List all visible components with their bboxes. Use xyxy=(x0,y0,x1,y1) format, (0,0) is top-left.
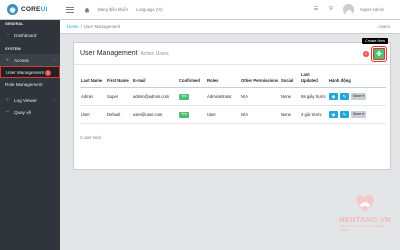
sidebar-item-dashboard[interactable]: ◔ Dashboard xyxy=(0,29,60,41)
chevron-down-icon: ‹ xyxy=(53,57,55,63)
more-label: More xyxy=(353,112,362,116)
more-label: More xyxy=(353,94,362,98)
user-count: 2 user total xyxy=(80,135,101,140)
watermark-subtext: NEN TANG CHO NHUNG THANH CONG xyxy=(340,224,386,232)
pencil-icon: ✎ xyxy=(342,94,347,99)
table-header-row: Last Name First Name E-mail Confirmed Ro… xyxy=(80,71,386,88)
edit-button[interactable]: ✎ xyxy=(340,93,349,100)
sidebar: GENERAL ◔ Dashboard SYSTEM ● Access ‹ Us… xyxy=(0,20,60,250)
column-header[interactable]: E-mail xyxy=(132,71,178,88)
cell-permissions: N/A xyxy=(240,87,280,106)
cell-last-updated: 59 giây trước xyxy=(300,87,328,106)
chevron-down-icon: ‹ xyxy=(53,97,55,103)
breadcrumb-home[interactable]: Home xyxy=(67,24,79,29)
user-management-card: User Management Active Users Create New … xyxy=(73,38,391,170)
home-icon[interactable] xyxy=(84,7,90,13)
brand-logo-icon: ◉ xyxy=(7,4,18,15)
cell-social: None xyxy=(280,87,300,106)
eye-icon: ◉ xyxy=(331,94,336,99)
list-icon[interactable]: ☰ xyxy=(313,6,319,13)
cell-email: user@user.com xyxy=(132,105,178,124)
brand[interactable]: ◉ COREUI xyxy=(0,0,60,20)
cell-email: admin@admin.com xyxy=(132,87,178,106)
create-tooltip: Create New xyxy=(361,38,388,44)
cell-social: None xyxy=(280,105,300,124)
caret-down-icon: ▾ xyxy=(362,112,365,116)
cell-roles: Administrator xyxy=(206,87,240,106)
dashboard-link[interactable]: Bảng điều khiển xyxy=(98,7,128,12)
plus-icon: ✚ xyxy=(376,51,382,58)
sidebar-item-back[interactable]: ↩ Quay về xyxy=(0,106,60,118)
watermark: NENTANG.VN NEN TANG CHO NHUNG THANH CONG xyxy=(338,193,392,241)
cell-last-name: Admin xyxy=(80,87,106,106)
sidebar-item-access[interactable]: ● Access ‹ xyxy=(0,54,60,66)
step-badge: 1 xyxy=(45,70,51,76)
brand-accent: UI xyxy=(40,6,48,13)
sidebar-item-role-management[interactable]: Role Management xyxy=(0,78,60,90)
pencil-icon: ✎ xyxy=(342,112,347,117)
more-dropdown[interactable]: More ▾ xyxy=(351,111,367,118)
column-header[interactable]: Other Permissions xyxy=(240,71,280,88)
brand-name: CORE xyxy=(21,6,41,13)
sidebar-item-label: Dashboard xyxy=(14,32,37,38)
row-actions: ◉ ✎ More ▾ xyxy=(329,93,385,100)
sidebar-item-label: Quay về xyxy=(14,109,32,115)
sidebar-item-label: Access xyxy=(14,57,29,63)
sidebar-toggle-icon[interactable] xyxy=(66,6,74,13)
column-header[interactable]: Roles xyxy=(206,71,240,88)
breadcrumb-separator: / xyxy=(80,24,82,29)
eye-icon: ◉ xyxy=(331,112,336,117)
table-row: Admin Super admin@admin.com Yes Administ… xyxy=(80,87,386,106)
sidebar-item-log-viewer[interactable]: ≡ Log Viewer ‹ xyxy=(0,94,60,106)
users-table: Last Name First Name E-mail Confirmed Ro… xyxy=(80,71,386,124)
confirmed-badge[interactable]: Yes xyxy=(179,111,189,118)
list-icon: ≡ xyxy=(6,97,9,103)
edit-button[interactable]: ✎ xyxy=(340,111,349,118)
language-dropdown[interactable]: Language (VI) xyxy=(136,7,163,12)
avatar xyxy=(343,4,355,15)
cell-roles: User xyxy=(206,105,240,124)
sidebar-item-label: User Management xyxy=(6,69,44,75)
column-header[interactable]: Last Name xyxy=(80,71,106,88)
sidebar-item-label: Log Viewer xyxy=(14,97,37,103)
column-header[interactable]: Last Updated xyxy=(300,71,328,88)
user-name: Super Admin xyxy=(360,7,384,12)
breadcrumb: Home / User Management Users xyxy=(60,20,400,34)
page-subtitle: Active Users xyxy=(140,51,169,57)
sidebar-item-label: Role Management xyxy=(5,81,43,87)
create-user-button[interactable]: ✚ xyxy=(371,46,387,62)
column-header[interactable]: Social xyxy=(280,71,300,88)
breadcrumb-current: User Management xyxy=(83,24,121,29)
cell-permissions: N/A xyxy=(240,105,280,124)
user-icon: ● xyxy=(5,57,10,63)
watermark-text: NENTANG.VN xyxy=(338,215,392,224)
cell-first-name: Super xyxy=(106,87,132,106)
view-button[interactable]: ◉ xyxy=(329,93,338,100)
cell-last-name: User xyxy=(80,105,106,124)
caret-down-icon: ▾ xyxy=(362,94,365,98)
column-header[interactable]: Confirmed xyxy=(178,71,206,88)
column-header[interactable]: First Name xyxy=(106,71,132,88)
users-dropdown[interactable]: Users xyxy=(379,24,390,29)
confirmed-badge[interactable]: Yes xyxy=(179,93,189,100)
row-actions: ◉ ✎ More ▾ xyxy=(329,111,385,118)
location-icon[interactable]: ⚲ xyxy=(328,6,334,13)
more-dropdown[interactable]: More ▾ xyxy=(351,93,367,100)
top-header: ◉ COREUI Bảng điều khiển Language (VI) ☰… xyxy=(0,0,400,20)
sidebar-item-user-management[interactable]: User Management 1 xyxy=(0,66,60,78)
card-header: User Management Active Users xyxy=(74,43,390,65)
cell-last-updated: 3 giờ trước xyxy=(300,105,328,124)
section-system: SYSTEM xyxy=(0,45,60,54)
column-header: Hành động xyxy=(328,71,386,88)
back-icon: ↩ xyxy=(5,109,10,115)
speedometer-icon: ◔ xyxy=(5,32,10,38)
nentang-logo-icon xyxy=(356,195,374,212)
user-menu[interactable]: Super Admin xyxy=(343,4,384,15)
cell-first-name: Default xyxy=(106,105,132,124)
view-button[interactable]: ◉ xyxy=(329,111,338,118)
page-title: User Management xyxy=(80,50,138,57)
table-row: User Default user@user.com Yes User N/A … xyxy=(80,105,386,124)
step-badge: 2 xyxy=(363,51,369,57)
section-general: GENERAL xyxy=(0,20,60,29)
